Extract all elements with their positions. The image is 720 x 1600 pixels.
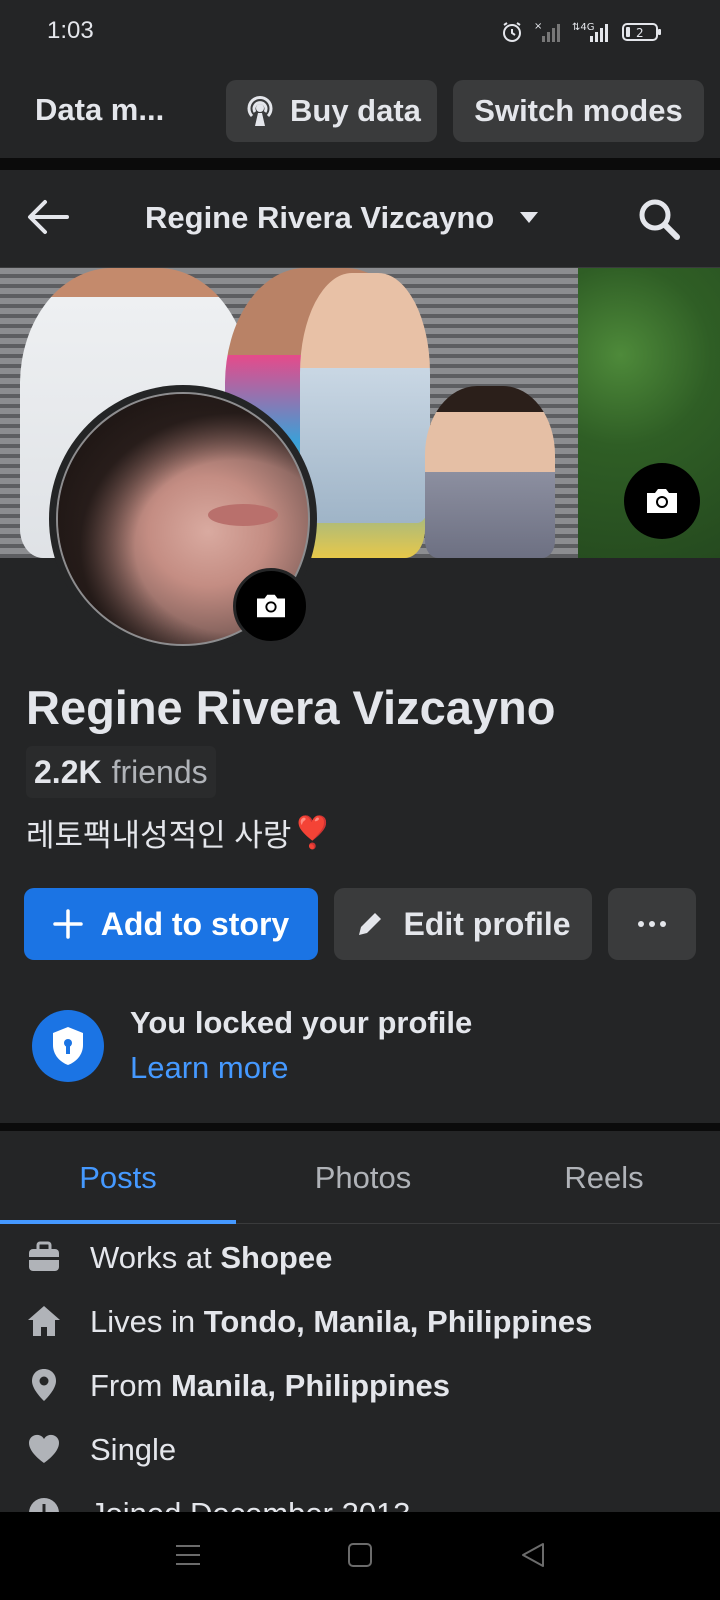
cover-child	[425, 386, 555, 558]
profile-bio: 레토팩내성적인 사랑 ❣️	[26, 810, 332, 855]
buy-data-button[interactable]: Buy data	[226, 80, 437, 142]
buy-data-label: Buy data	[290, 93, 421, 128]
status-time: 1:03	[47, 17, 94, 44]
back-arrow-icon[interactable]	[27, 199, 69, 235]
briefcase-icon	[29, 1241, 59, 1271]
alarm-icon	[503, 22, 521, 42]
switch-modes-button[interactable]: Switch modes	[453, 80, 704, 142]
svg-text:⇅4G: ⇅4G	[572, 22, 595, 33]
profile-tabs: Posts Photos Reels	[0, 1131, 720, 1224]
chevron-down-icon[interactable]	[519, 211, 539, 225]
bio-heart-emoji: ❣️	[293, 815, 332, 850]
battery-icon: 2	[622, 23, 661, 41]
detail-from-text: From Manila, Philippines	[90, 1368, 450, 1403]
signal-4g-icon: ⇅4G	[572, 22, 608, 42]
detail-work: Works at Shopee	[0, 1232, 720, 1282]
detail-relationship-text: Single	[90, 1432, 177, 1467]
edit-cover-photo-button[interactable]	[624, 463, 700, 539]
friends-count-link[interactable]: 2.2K friends	[26, 746, 216, 798]
profile-name: Regine Rivera Vizcayno	[26, 681, 556, 734]
menu-icon[interactable]	[175, 1542, 201, 1568]
detail-work-text: Works at Shopee	[90, 1240, 333, 1275]
tab-posts[interactable]: Posts	[0, 1131, 236, 1224]
cover-baby	[300, 273, 430, 523]
heart-icon	[28, 1434, 60, 1463]
learn-more-link[interactable]: Learn more	[130, 1050, 289, 1086]
data-mode-title: Data m...	[35, 92, 165, 127]
status-bar: 1:03 × ⇅4G 2	[0, 0, 720, 62]
locked-profile-title: You locked your profile	[130, 1005, 473, 1040]
search-icon[interactable]	[637, 197, 681, 241]
shield-lock-icon	[32, 1010, 104, 1082]
locked-profile-notice: You locked your profile Learn more	[0, 985, 720, 1103]
home-square-icon[interactable]	[347, 1542, 373, 1568]
add-to-story-label: Add to story	[100, 905, 290, 942]
edit-profile-button[interactable]: Edit profile	[334, 888, 592, 960]
add-to-story-button[interactable]: Add to story	[24, 888, 318, 960]
back-triangle-icon[interactable]	[520, 1542, 546, 1568]
plus-icon	[53, 909, 83, 939]
camera-icon	[647, 489, 677, 513]
data-mode-bar: Data m... Buy data Switch modes	[0, 62, 720, 158]
broadcast-icon	[247, 96, 273, 126]
svg-text:×: ×	[534, 21, 542, 32]
avatar-lips	[208, 504, 278, 526]
divider	[0, 1123, 720, 1131]
more-options-button[interactable]	[608, 888, 696, 960]
nav-title[interactable]: Regine Rivera Vizcayno	[145, 200, 494, 236]
profile-nav-bar: Regine Rivera Vizcayno	[0, 170, 720, 268]
location-pin-icon	[32, 1369, 56, 1401]
active-tab-indicator	[0, 1220, 236, 1224]
divider	[0, 158, 720, 170]
detail-from: From Manila, Philippines	[0, 1360, 720, 1410]
status-icons: × ⇅4G 2	[500, 20, 662, 44]
tab-reels[interactable]: Reels	[486, 1131, 720, 1224]
system-navigation-bar	[0, 1512, 720, 1600]
battery-level: 2	[636, 26, 644, 40]
detail-lives: Lives in Tondo, Manila, Philippines	[0, 1296, 720, 1346]
signal-sim1-icon: ×	[534, 21, 560, 42]
edit-avatar-button[interactable]	[233, 568, 309, 644]
friends-count: 2.2K	[34, 753, 102, 790]
bio-text: 레토팩내성적인 사랑	[26, 818, 292, 853]
more-dots-icon	[638, 921, 666, 927]
detail-relationship: Single	[0, 1424, 720, 1474]
tab-photos[interactable]: Photos	[245, 1131, 481, 1224]
camera-icon	[257, 594, 285, 618]
detail-lives-text: Lives in Tondo, Manila, Philippines	[90, 1304, 593, 1339]
switch-modes-label: Switch modes	[474, 93, 683, 128]
home-icon	[28, 1306, 60, 1336]
pencil-icon	[359, 913, 382, 935]
edit-profile-label: Edit profile	[403, 905, 571, 942]
friends-label: friends	[111, 753, 208, 790]
